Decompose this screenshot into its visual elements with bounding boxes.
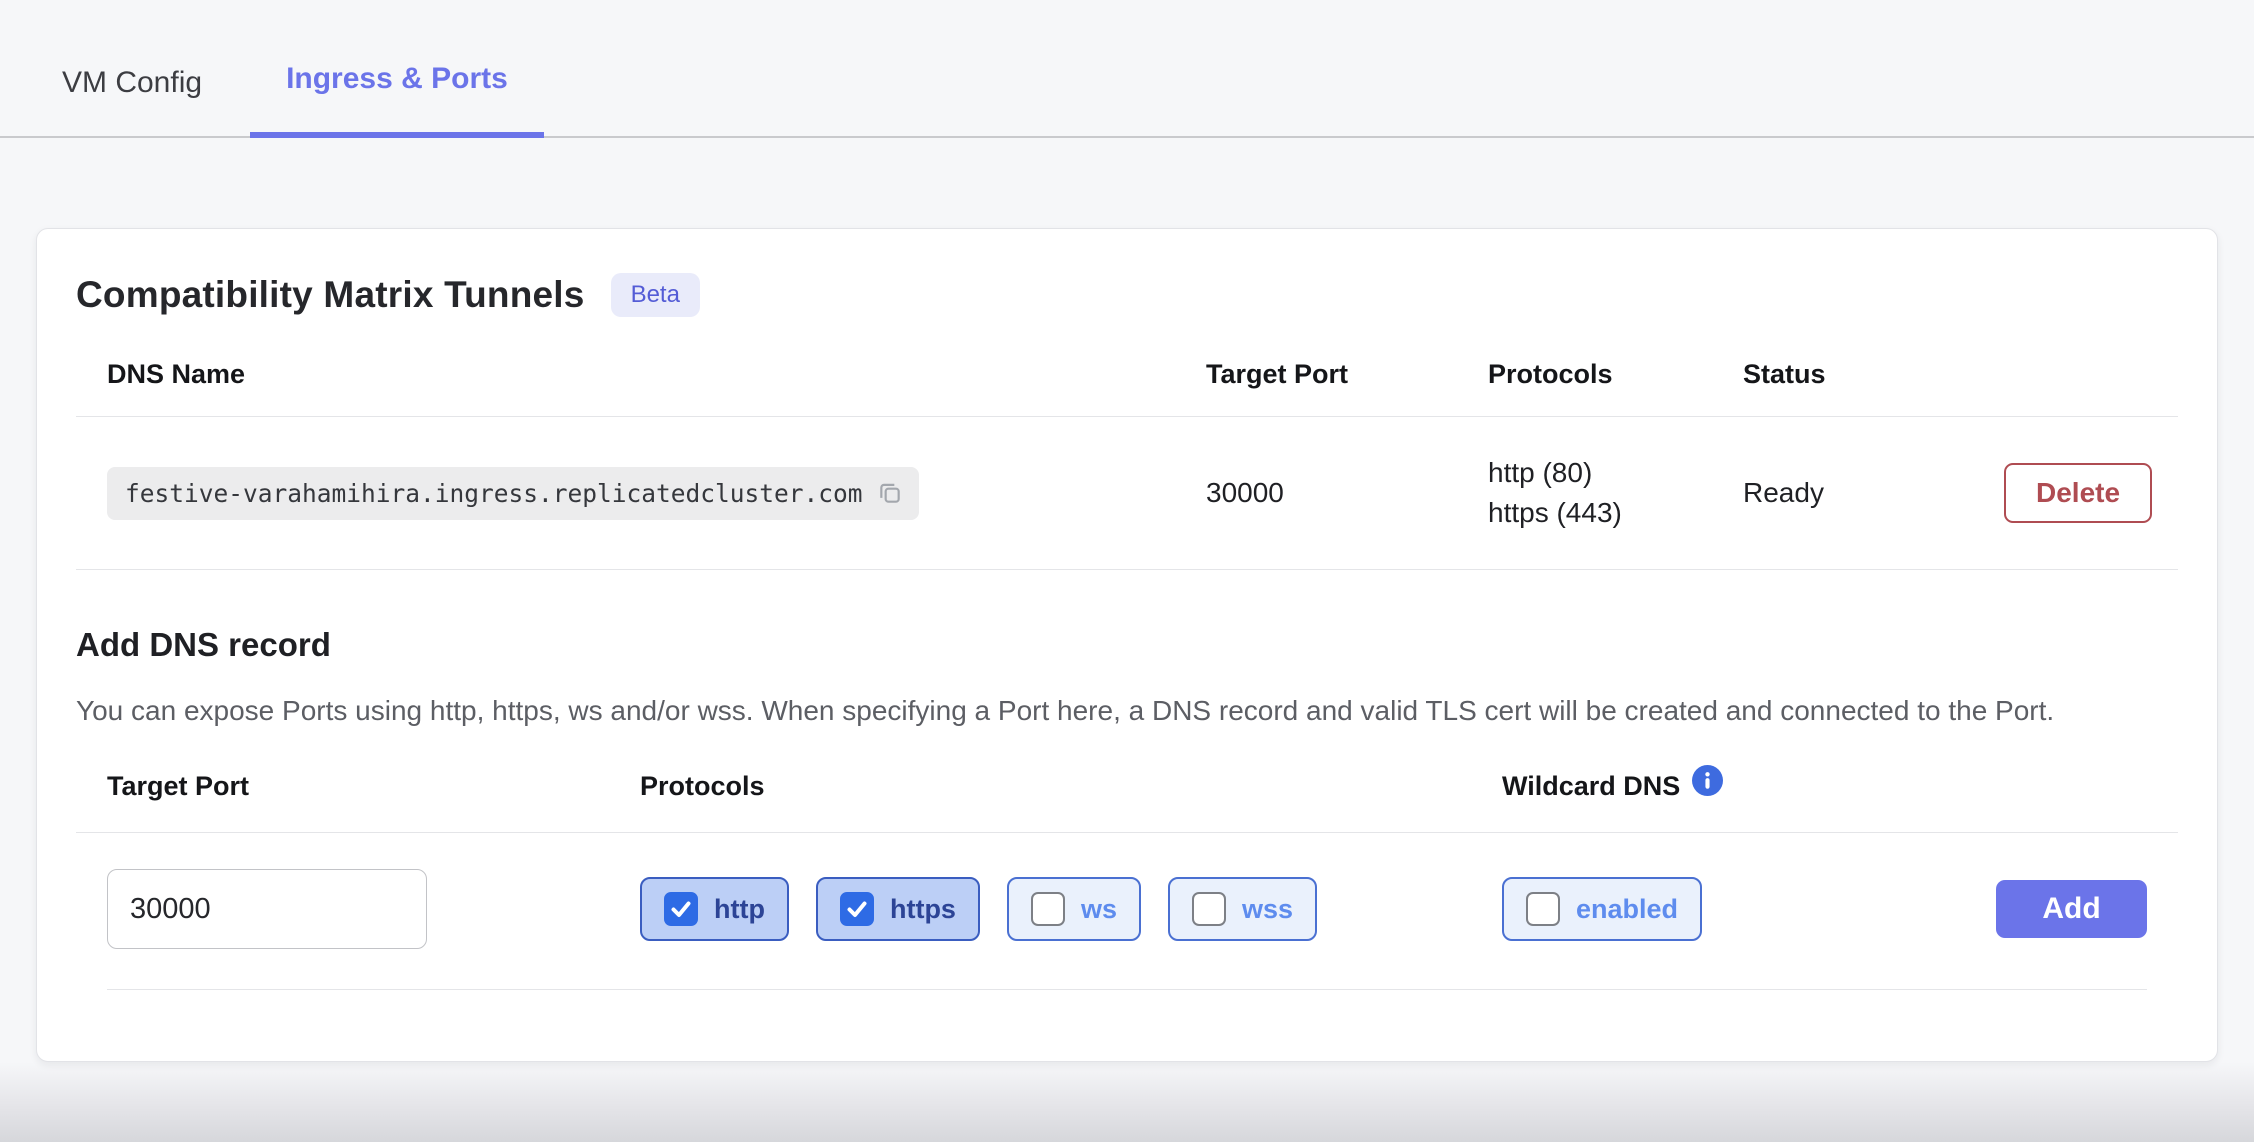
- col-header-protocols: Protocols: [1488, 359, 1743, 390]
- protocol-line-https: https (443): [1488, 493, 1743, 533]
- form-label-target-port: Target Port: [107, 771, 640, 802]
- tabs-bar: VM Config Ingress & Ports: [0, 0, 2254, 138]
- table-header-row: DNS Name Target Port Protocols Status: [76, 359, 2178, 417]
- protocol-checkbox-ws[interactable]: ws: [1007, 877, 1141, 941]
- tunnels-table: DNS Name Target Port Protocols Status fe…: [76, 359, 2178, 570]
- checkbox-https: [840, 892, 874, 926]
- target-port-input[interactable]: [107, 869, 427, 949]
- form-input-row: http https ws: [76, 833, 2178, 989]
- checkmark-icon: [845, 897, 869, 921]
- protocol-checkbox-http[interactable]: http: [640, 877, 789, 941]
- col-header-dns-name: DNS Name: [107, 359, 1206, 390]
- wildcard-dns-label-text: Wildcard DNS: [1502, 771, 1680, 802]
- tab-vm-config[interactable]: VM Config: [62, 66, 202, 136]
- col-header-status: Status: [1743, 359, 2004, 390]
- col-header-target-port: Target Port: [1206, 359, 1488, 390]
- target-port-input-cell: [107, 869, 640, 949]
- protocol-checkbox-wss[interactable]: wss: [1168, 877, 1317, 941]
- checkmark-icon: [669, 897, 693, 921]
- wildcard-option-cell: enabled: [1502, 877, 1907, 941]
- add-dns-description: You can expose Ports using http, https, …: [76, 690, 2176, 731]
- tab-ingress-ports[interactable]: Ingress & Ports: [250, 62, 544, 138]
- wildcard-enabled-label: enabled: [1576, 894, 1678, 925]
- copy-icon[interactable]: [877, 480, 903, 506]
- wildcard-enabled-checkbox[interactable]: enabled: [1502, 877, 1702, 941]
- target-port-cell: 30000: [1206, 477, 1488, 509]
- protocol-label-ws: ws: [1081, 894, 1117, 925]
- checkbox-ws: [1031, 892, 1065, 926]
- form-header-row: Target Port Protocols Wildcard DNS: [76, 771, 2178, 833]
- dns-name-cell: festive-varahamihira.ingress.replicatedc…: [107, 467, 1206, 520]
- info-icon[interactable]: [1692, 765, 1723, 796]
- protocol-label-wss: wss: [1242, 894, 1293, 925]
- protocols-cell: http (80) https (443): [1488, 453, 1743, 533]
- protocol-line-http: http (80): [1488, 453, 1743, 493]
- status-cell: Ready: [1743, 477, 2004, 509]
- checkbox-http: [664, 892, 698, 926]
- form-label-wildcard-dns: Wildcard DNS: [1502, 771, 1907, 802]
- add-button-cell: Add: [1907, 880, 2147, 938]
- beta-badge: Beta: [611, 273, 700, 317]
- add-button[interactable]: Add: [1996, 880, 2147, 938]
- protocol-label-http: http: [714, 894, 765, 925]
- protocol-checkbox-https[interactable]: https: [816, 877, 980, 941]
- card-bottom-divider: [107, 989, 2147, 1025]
- delete-button[interactable]: Delete: [2004, 463, 2152, 523]
- dns-name-pill: festive-varahamihira.ingress.replicatedc…: [107, 467, 919, 520]
- dns-name-value: festive-varahamihira.ingress.replicatedc…: [125, 479, 863, 508]
- tunnels-card: Compatibility Matrix Tunnels Beta DNS Na…: [36, 228, 2218, 1062]
- checkbox-wildcard-enabled: [1526, 892, 1560, 926]
- protocol-label-https: https: [890, 894, 956, 925]
- checkbox-wss: [1192, 892, 1226, 926]
- actions-cell: Delete: [2004, 463, 2176, 523]
- card-title-row: Compatibility Matrix Tunnels Beta: [76, 273, 2178, 317]
- form-label-protocols: Protocols: [640, 771, 1502, 802]
- add-dns-heading: Add DNS record: [76, 626, 2178, 664]
- protocol-options: http https ws: [640, 877, 1502, 941]
- page-title: Compatibility Matrix Tunnels: [76, 274, 585, 316]
- table-row: festive-varahamihira.ingress.replicatedc…: [76, 417, 2178, 570]
